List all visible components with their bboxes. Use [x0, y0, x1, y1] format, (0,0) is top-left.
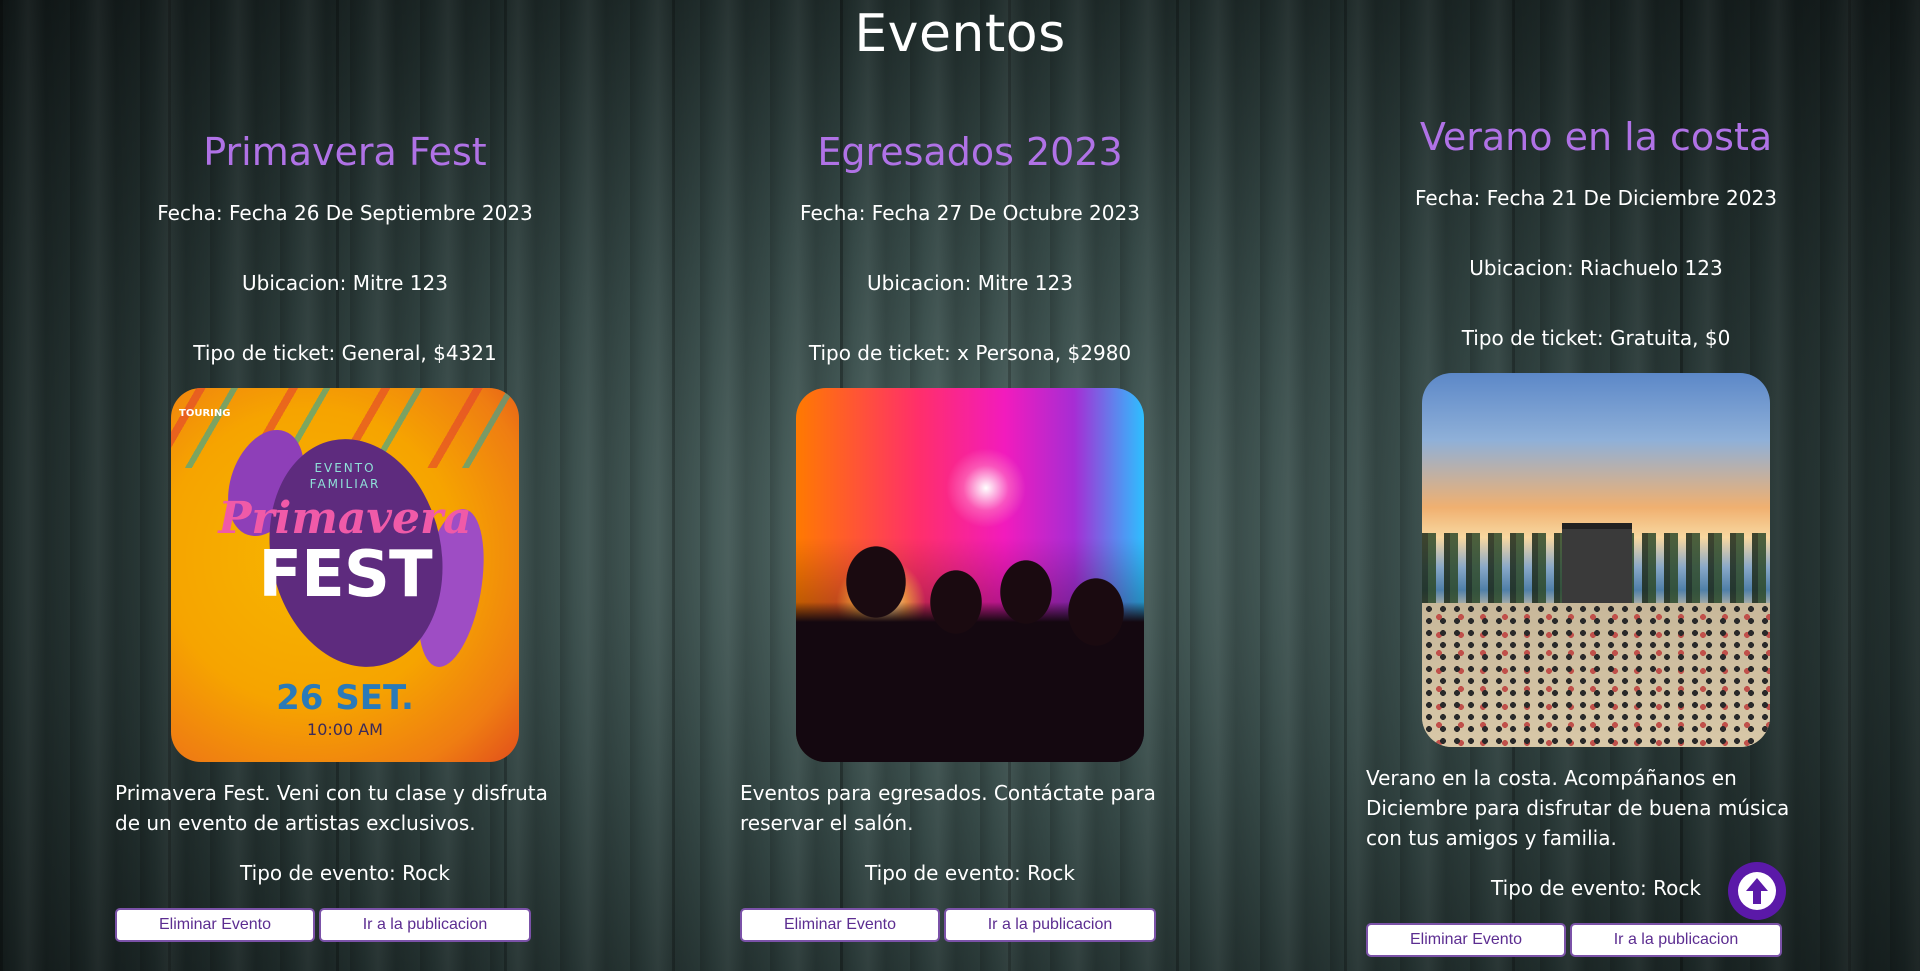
poster-script: Primavera — [218, 493, 472, 544]
delete-event-button[interactable]: Eliminar Evento — [1366, 923, 1566, 957]
delete-event-button[interactable]: Eliminar Evento — [740, 908, 940, 942]
event-actions: Eliminar Evento Ir a la publicacion — [115, 908, 575, 942]
poster-fest: FEST — [258, 538, 432, 612]
delete-event-button[interactable]: Eliminar Evento — [115, 908, 315, 942]
event-date: Fecha: Fecha 27 De Octubre 2023 — [800, 201, 1140, 225]
event-actions: Eliminar Evento Ir a la publicacion — [740, 908, 1200, 942]
beach-crowd — [1422, 603, 1770, 747]
event-date: Fecha: Fecha 21 De Diciembre 2023 — [1415, 186, 1777, 210]
beach-stage — [1562, 523, 1632, 609]
event-ticket: Tipo de ticket: General, $4321 — [193, 341, 497, 365]
event-actions: Eliminar Evento Ir a la publicacion — [1366, 923, 1826, 957]
poster-date: 26 SET. — [276, 678, 414, 718]
crowd-silhouette — [796, 532, 1144, 762]
event-description: Verano en la costa. Acompáñanos en Dicie… — [1366, 766, 1790, 850]
event-image: TOURING EVENTO FAMILIAR Primavera FEST 26… — [171, 388, 519, 762]
event-type: Tipo de evento: Rock — [240, 861, 450, 885]
event-card-primavera-fest: Primavera Fest Fecha: Fecha 26 De Septie… — [115, 126, 575, 942]
go-to-publication-button[interactable]: Ir a la publicacion — [319, 908, 531, 942]
event-location: Ubicacion: Mitre 123 — [242, 271, 448, 295]
go-to-publication-button[interactable]: Ir a la publicacion — [944, 908, 1156, 942]
event-location: Ubicacion: Riachuelo 123 — [1469, 256, 1723, 280]
event-title: Verano en la costa — [1419, 115, 1773, 159]
event-card-verano-en-la-costa: Verano en la costa Fecha: Fecha 21 De Di… — [1366, 111, 1826, 957]
page-title: Eventos — [854, 4, 1066, 64]
event-title: Primavera Fest — [203, 130, 487, 174]
event-ticket: Tipo de ticket: x Persona, $2980 — [808, 341, 1132, 365]
event-card-egresados-2023: Egresados 2023 Fecha: Fecha 27 De Octubr… — [740, 126, 1200, 942]
poster-time: 10:00 AM — [307, 720, 383, 739]
event-location: Ubicacion: Mitre 123 — [867, 271, 1073, 295]
event-date: Fecha: Fecha 26 De Septiembre 2023 — [157, 201, 533, 225]
event-title: Egresados 2023 — [817, 130, 1123, 174]
event-description: Primavera Fest. Veni con tu clase y disf… — [115, 781, 548, 835]
event-type: Tipo de evento: Rock — [865, 861, 1075, 885]
go-to-publication-button[interactable]: Ir a la publicacion — [1570, 923, 1782, 957]
event-ticket: Tipo de ticket: Gratuita, $0 — [1461, 326, 1731, 350]
event-image — [796, 388, 1144, 762]
scroll-to-top-button[interactable] — [1728, 862, 1786, 920]
arrow-up-icon — [1738, 872, 1776, 910]
event-description: Eventos para egresados. Contáctate para … — [740, 781, 1156, 835]
event-image — [1422, 373, 1770, 747]
touring-logo: TOURING — [179, 408, 231, 419]
